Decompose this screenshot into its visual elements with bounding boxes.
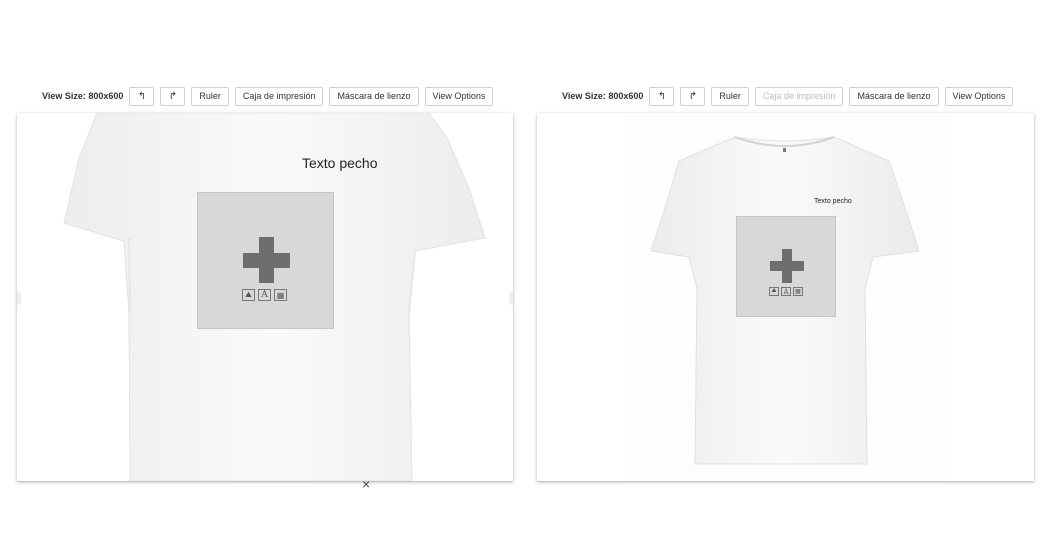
redo-icon: ↱	[168, 90, 178, 102]
redo-icon: ↱	[688, 90, 698, 102]
redo-button[interactable]: ↱	[160, 86, 186, 106]
text-icon[interactable]: A	[781, 287, 791, 296]
text-icon[interactable]: A	[258, 289, 271, 301]
ruler-button[interactable]: Ruler	[191, 86, 229, 106]
redo-button[interactable]: ↱	[680, 86, 706, 106]
canvas-mask-button[interactable]: Máscara de lienzo	[329, 86, 419, 106]
plus-icon-horizontal	[770, 261, 804, 271]
ruler-button[interactable]: Ruler	[711, 86, 749, 106]
left-design-canvas[interactable]: Texto pecho ⛰ A ▦	[17, 113, 513, 481]
right-toolbar: View Size: 800x600 ↰ ↱ Ruler Caja de imp…	[562, 86, 1019, 106]
view-size-label: View Size: 800x600	[562, 91, 644, 101]
qr-icon[interactable]: ▦	[793, 287, 803, 296]
right-resize-handle[interactable]	[509, 291, 513, 305]
undo-button[interactable]: ↰	[129, 86, 155, 106]
close-icon[interactable]: ×	[362, 476, 370, 492]
add-options: ⛰ A ▦	[769, 287, 803, 296]
print-box-button[interactable]: Caja de impresión	[234, 86, 324, 106]
undo-button[interactable]: ↰	[649, 86, 675, 106]
chest-text-element[interactable]: Texto pecho	[814, 198, 852, 205]
view-size-label: View Size: 800x600	[42, 91, 124, 101]
image-icon[interactable]: ⛰	[242, 289, 255, 301]
view-options-button[interactable]: View Options	[944, 86, 1014, 106]
chest-text-element[interactable]: Texto pecho	[302, 155, 378, 171]
undo-icon: ↰	[657, 90, 667, 102]
image-icon[interactable]: ⛰	[769, 287, 779, 296]
canvas-mask-button[interactable]: Máscara de lienzo	[849, 86, 939, 106]
right-design-canvas[interactable]: Texto pecho ⛰ A ▦	[537, 113, 1034, 481]
view-options-button[interactable]: View Options	[424, 86, 494, 106]
add-options: ⛰ A ▦	[242, 289, 287, 301]
plus-icon-horizontal	[243, 253, 290, 268]
left-resize-handle[interactable]	[17, 291, 21, 305]
undo-icon: ↰	[137, 90, 147, 102]
print-box-button[interactable]: Caja de impresión	[754, 86, 844, 106]
qr-icon[interactable]: ▦	[274, 289, 287, 301]
print-area-dropzone[interactable]: ⛰ A ▦	[736, 216, 836, 317]
print-area-dropzone[interactable]: ⛰ A ▦	[197, 192, 334, 329]
left-toolbar: View Size: 800x600 ↰ ↱ Ruler Caja de imp…	[42, 86, 499, 106]
